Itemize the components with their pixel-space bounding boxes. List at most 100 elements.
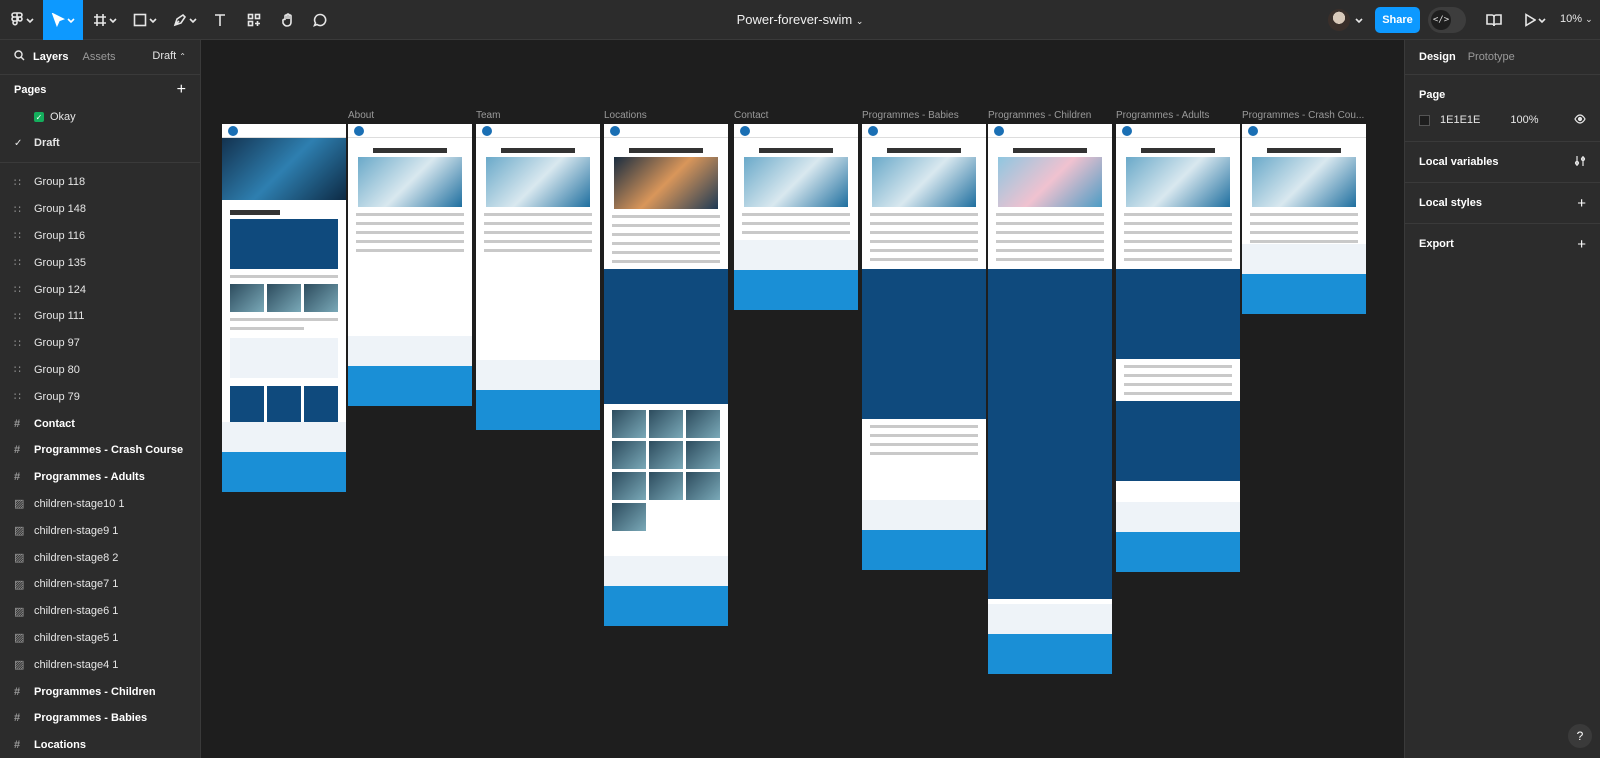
layer-label: Group 124: [34, 283, 86, 296]
layer-item[interactable]: ∷ Group 79: [0, 383, 200, 410]
layer-item[interactable]: # Programmes - Crash Course: [0, 437, 200, 464]
dev-mode-icon: </>: [1431, 10, 1451, 30]
layer-item[interactable]: ∷ Group 148: [0, 196, 200, 223]
design-panel: Design Prototype Page 1E1E1E 100% Local …: [1404, 40, 1600, 758]
group-icon: ∷: [14, 391, 21, 404]
tab-prototype[interactable]: Prototype: [1468, 51, 1515, 63]
layer-item[interactable]: # Locations: [0, 732, 200, 758]
chevron-down-icon: ⌄: [1585, 14, 1593, 24]
layer-label: Programmes - Crash Course: [34, 444, 184, 457]
comment-icon[interactable]: [308, 0, 332, 40]
layer-item[interactable]: ∷ Group 116: [0, 223, 200, 250]
frame-icon[interactable]: [88, 0, 122, 40]
page-dropdown[interactable]: Draft ⌃: [152, 50, 186, 62]
tab-design[interactable]: Design: [1419, 51, 1456, 63]
frame-about[interactable]: [348, 124, 472, 406]
frame-icon: #: [14, 685, 21, 698]
layer-item[interactable]: ∷ Group 97: [0, 330, 200, 357]
page-color-swatch[interactable]: [1419, 114, 1430, 126]
dev-mode-toggle[interactable]: </>: [1428, 7, 1466, 33]
frame-icon: #: [14, 417, 21, 430]
pages-header: Pages +: [0, 74, 200, 104]
group-icon: ∷: [14, 364, 21, 377]
frame-label[interactable]: About: [348, 110, 374, 121]
frame-label[interactable]: Programmes - Crash Cou...: [1242, 110, 1364, 121]
components-icon[interactable]: [242, 0, 266, 40]
layer-item[interactable]: ∷ Group 118: [0, 169, 200, 196]
pen-icon[interactable]: [168, 0, 202, 40]
rectangle-icon[interactable]: [128, 0, 162, 40]
hand-icon[interactable]: [276, 0, 300, 40]
avatar[interactable]: [1328, 9, 1350, 31]
layer-item[interactable]: ∷ Group 124: [0, 276, 200, 303]
local-styles-title: Local styles: [1419, 197, 1482, 209]
layer-item[interactable]: ▨ children-stage4 1: [0, 651, 200, 678]
frame-contact[interactable]: [734, 124, 858, 310]
layer-item[interactable]: ∷ Group 80: [0, 357, 200, 384]
layer-item[interactable]: ▨ children-stage8 2: [0, 544, 200, 571]
present-icon[interactable]: [1518, 0, 1552, 40]
frame-label[interactable]: Contact: [734, 110, 768, 121]
layer-item[interactable]: ▨ children-stage9 1: [0, 517, 200, 544]
add-page-icon[interactable]: +: [177, 81, 186, 99]
layer-item[interactable]: ▨ children-stage10 1: [0, 491, 200, 518]
chevron-up-icon: ⌃: [179, 52, 186, 61]
layer-item[interactable]: ∷ Group 111: [0, 303, 200, 330]
share-button[interactable]: Share: [1375, 7, 1420, 33]
checkbox-icon: ✓: [34, 112, 44, 122]
frame-icon: #: [14, 471, 21, 484]
layer-item[interactable]: # Contact: [0, 410, 200, 437]
canvas[interactable]: About Team Locations Contact Programmes - Ba…: [202, 40, 1403, 758]
frame-label[interactable]: Programmes - Adults: [1116, 110, 1209, 121]
document-title-dropdown[interactable]: Power-forever-swim ⌄: [737, 12, 864, 27]
frame-team[interactable]: [476, 124, 600, 430]
library-icon[interactable]: [1482, 0, 1506, 40]
chevron-down-icon: ⌄: [855, 16, 864, 26]
page-item-draft[interactable]: ✓ Draft: [0, 130, 200, 156]
frame-children[interactable]: [988, 124, 1112, 674]
page-section: Page 1E1E1E 100%: [1405, 74, 1600, 133]
image-icon: ▨: [14, 578, 25, 591]
add-export-icon[interactable]: +: [1577, 236, 1586, 253]
tab-assets[interactable]: Assets: [82, 51, 115, 63]
frame-label[interactable]: Programmes - Children: [988, 110, 1091, 121]
page-color-value[interactable]: 1E1E1E: [1440, 114, 1480, 126]
tab-layers[interactable]: Layers: [33, 51, 68, 63]
local-variables-title[interactable]: Local variables: [1419, 156, 1499, 168]
layer-item[interactable]: ▨ children-stage5 1: [0, 625, 200, 652]
frame-locations[interactable]: [604, 124, 728, 626]
layer-label: children-stage5 1: [34, 631, 119, 644]
move-icon[interactable]: [43, 0, 83, 40]
frame-crash[interactable]: [1242, 124, 1366, 314]
local-variables-section: Local variables: [1405, 141, 1600, 182]
eye-icon[interactable]: [1574, 113, 1586, 127]
frame-babies[interactable]: [862, 124, 986, 570]
figma-menu-icon[interactable]: [6, 0, 38, 40]
frame-label[interactable]: Programmes - Babies: [862, 110, 959, 121]
export-title: Export: [1419, 238, 1454, 250]
layer-item[interactable]: # Programmes - Children: [0, 678, 200, 705]
search-icon[interactable]: [14, 50, 25, 64]
text-icon[interactable]: [208, 0, 232, 40]
layer-item[interactable]: ▨ children-stage7 1: [0, 571, 200, 598]
frame-home[interactable]: [222, 124, 346, 492]
frame-label[interactable]: Locations: [604, 110, 647, 121]
image-icon: ▨: [14, 498, 25, 511]
frame-icon: #: [14, 739, 21, 752]
layer-label: Programmes - Babies: [34, 712, 148, 725]
layer-item[interactable]: ∷ Group 135: [0, 249, 200, 276]
frame-adults[interactable]: [1116, 124, 1240, 572]
layer-item[interactable]: ▨ children-stage6 1: [0, 598, 200, 625]
add-style-icon[interactable]: +: [1577, 195, 1586, 212]
page-item-okay[interactable]: ✓ Okay: [0, 104, 200, 130]
settings-sliders-icon[interactable]: [1574, 155, 1586, 170]
help-button[interactable]: ?: [1568, 724, 1592, 748]
layer-label: Group 79: [34, 390, 80, 403]
zoom-dropdown[interactable]: 10% ⌄: [1560, 13, 1593, 25]
layer-item[interactable]: # Programmes - Babies: [0, 705, 200, 732]
chevron-down-icon[interactable]: [1352, 0, 1364, 40]
frame-label[interactable]: Team: [476, 110, 500, 121]
layer-item[interactable]: # Programmes - Adults: [0, 464, 200, 491]
layer-label: Group 80: [34, 363, 80, 376]
page-opacity-value[interactable]: 100%: [1510, 114, 1538, 126]
